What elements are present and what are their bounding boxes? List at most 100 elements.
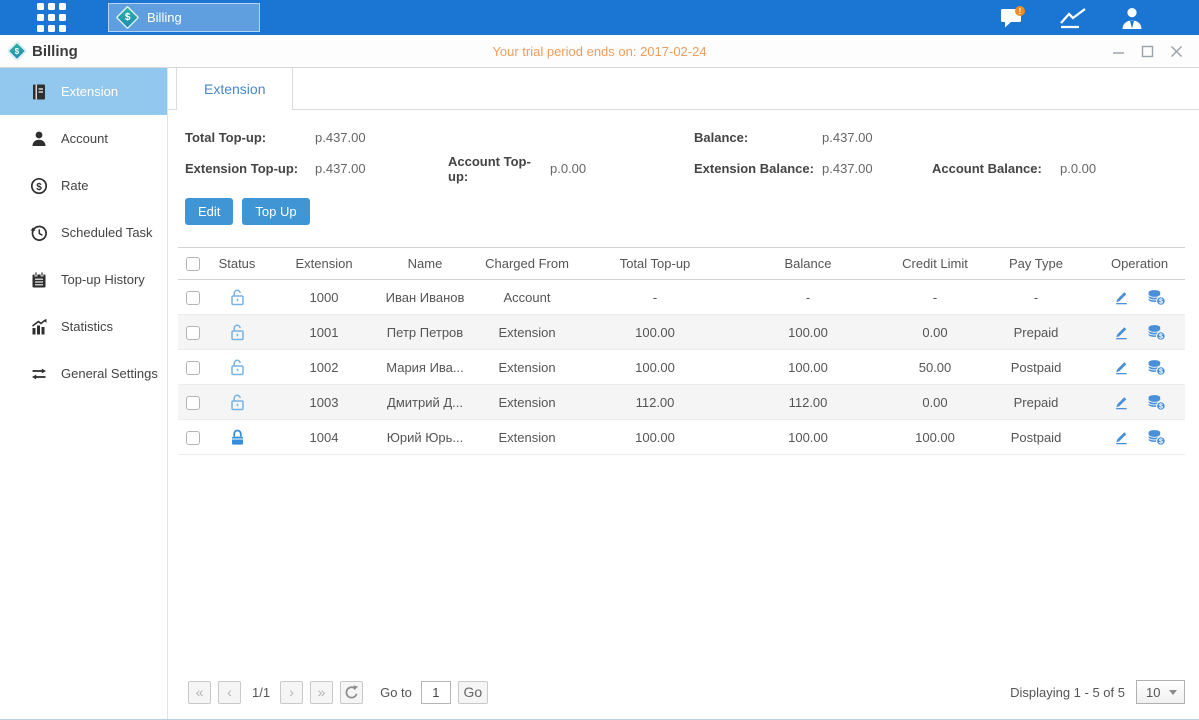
total-topup-label: Total Top-up: <box>185 130 315 145</box>
sidebar-item-label: Rate <box>61 178 88 193</box>
sidebar-item-extension[interactable]: Extension <box>0 68 167 115</box>
unlocked-icon <box>229 358 246 376</box>
sidebar-item-label: Account <box>61 131 108 146</box>
sidebar-item-account[interactable]: Account <box>0 115 167 162</box>
cell-extension: 1002 <box>266 350 382 385</box>
table-row: 1000Иван ИвановAccount----$ <box>178 280 1185 315</box>
topup-row-icon[interactable]: $ <box>1147 429 1166 446</box>
cell-name: Дмитрий Д... <box>382 385 468 420</box>
refresh-button[interactable] <box>340 681 363 704</box>
sidebar-item-label: Top-up History <box>61 272 145 287</box>
sidebar-item-label: Statistics <box>61 319 113 334</box>
account-balance-value: p.0.00 <box>1060 161 1096 176</box>
trial-notice: Your trial period ends on: 2017-02-24 <box>0 44 1199 59</box>
edit-row-icon[interactable] <box>1113 394 1129 410</box>
sidebar-item-general-settings[interactable]: General Settings <box>0 350 167 397</box>
cell-balance: 100.00 <box>724 350 892 385</box>
cell-total-topup: - <box>586 280 724 315</box>
sidebar-item-label: Scheduled Task <box>61 225 153 240</box>
select-all-checkbox[interactable] <box>186 257 200 271</box>
scheduled-task-icon <box>30 224 48 242</box>
cell-total-topup: 100.00 <box>586 420 724 455</box>
cell-pay-type: Prepaid <box>978 385 1094 420</box>
account-icon <box>30 130 48 148</box>
edit-row-icon[interactable] <box>1113 429 1129 445</box>
chevron-down-icon <box>1169 690 1177 695</box>
sidebar: Extension Account $ Rate <box>0 68 168 719</box>
table-header-row: Status Extension Name Charged From Total… <box>178 248 1185 280</box>
sidebar-item-scheduled-task[interactable]: Scheduled Task <box>0 209 167 256</box>
sidebar-item-topup-history[interactable]: Top-up History <box>0 256 167 303</box>
svg-text:$: $ <box>1159 403 1163 410</box>
edit-row-icon[interactable] <box>1113 289 1129 305</box>
cell-name: Мария Ива... <box>382 350 468 385</box>
cell-charged-from: Extension <box>468 350 586 385</box>
sidebar-item-rate[interactable]: $ Rate <box>0 162 167 209</box>
extension-table-body: 1000Иван ИвановAccount----$1001Петр Петр… <box>178 280 1185 455</box>
close-icon[interactable] <box>1170 45 1183 58</box>
topup-row-icon[interactable]: $ <box>1147 394 1166 411</box>
go-button[interactable]: Go <box>458 681 488 704</box>
table-row: 1004Юрий Юрь...Extension100.00100.00100.… <box>178 420 1185 455</box>
cell-extension: 1004 <box>266 420 382 455</box>
maximize-icon[interactable] <box>1141 45 1154 58</box>
next-page-button[interactable]: › <box>280 681 303 704</box>
cell-credit-limit: 0.00 <box>892 315 978 350</box>
titlebar: Your trial period ends on: 2017-02-24 $ … <box>0 35 1199 68</box>
row-checkbox[interactable] <box>186 326 200 340</box>
cell-pay-type: Prepaid <box>978 315 1094 350</box>
cell-name: Иван Иванов <box>382 280 468 315</box>
extension-balance-value: p.437.00 <box>822 161 932 176</box>
page-size-select[interactable]: 10 <box>1136 680 1185 704</box>
page-indicator: 1/1 <box>252 685 270 700</box>
goto-label: Go to <box>380 685 412 700</box>
cell-total-topup: 112.00 <box>586 385 724 420</box>
sidebar-item-statistics[interactable]: Statistics <box>0 303 167 350</box>
reports-icon[interactable] <box>1059 7 1087 29</box>
balance-label: Balance: <box>694 130 822 145</box>
top-up-button[interactable]: Top Up <box>242 198 309 225</box>
row-checkbox[interactable] <box>186 361 200 375</box>
svg-text:!: ! <box>1019 6 1022 15</box>
col-operation: Operation <box>1094 248 1185 280</box>
messages-icon[interactable]: ! <box>1000 6 1027 30</box>
pagination-bar: « ‹ 1/1 › » Go to Go Displaying 1 - 5 of… <box>168 672 1199 712</box>
last-page-button[interactable]: » <box>310 681 333 704</box>
cell-total-topup: 100.00 <box>586 315 724 350</box>
cell-charged-from: Extension <box>468 315 586 350</box>
actions-toolbar: Edit Top Up <box>185 198 1199 225</box>
extension-balance-label: Extension Balance: <box>694 161 822 176</box>
cell-charged-from: Account <box>468 280 586 315</box>
user-icon[interactable] <box>1119 5 1145 31</box>
topbar-tab-billing[interactable]: $ Billing <box>108 3 260 32</box>
first-page-button[interactable]: « <box>188 681 211 704</box>
general-settings-icon <box>30 365 48 383</box>
account-topup-label: Account Top-up: <box>448 154 550 184</box>
cell-pay-type: - <box>978 280 1094 315</box>
col-credit-limit: Credit Limit <box>892 248 978 280</box>
tab-extension[interactable]: Extension <box>176 68 293 110</box>
minimize-icon[interactable] <box>1112 45 1125 58</box>
topup-history-icon <box>30 271 48 289</box>
cell-total-topup: 100.00 <box>586 350 724 385</box>
cell-pay-type: Postpaid <box>978 420 1094 455</box>
apps-grid-icon[interactable] <box>37 3 66 32</box>
col-pay-type: Pay Type <box>978 248 1094 280</box>
row-checkbox[interactable] <box>186 291 200 305</box>
row-checkbox[interactable] <box>186 396 200 410</box>
edit-row-icon[interactable] <box>1113 324 1129 340</box>
billing-summary: Total Top-up: p.437.00 Extension Top-up:… <box>168 110 1199 184</box>
edit-row-icon[interactable] <box>1113 359 1129 375</box>
row-checkbox[interactable] <box>186 431 200 445</box>
total-topup-value: p.437.00 <box>315 130 448 145</box>
edit-button[interactable]: Edit <box>185 198 233 225</box>
cell-pay-type: Postpaid <box>978 350 1094 385</box>
goto-page-input[interactable] <box>421 681 451 704</box>
billing-app-window: $ Billing ! <box>0 0 1199 720</box>
svg-text:$: $ <box>36 181 42 192</box>
col-total-topup: Total Top-up <box>586 248 724 280</box>
prev-page-button[interactable]: ‹ <box>218 681 241 704</box>
topup-row-icon[interactable]: $ <box>1147 324 1166 341</box>
topup-row-icon[interactable]: $ <box>1147 289 1166 306</box>
topup-row-icon[interactable]: $ <box>1147 359 1166 376</box>
